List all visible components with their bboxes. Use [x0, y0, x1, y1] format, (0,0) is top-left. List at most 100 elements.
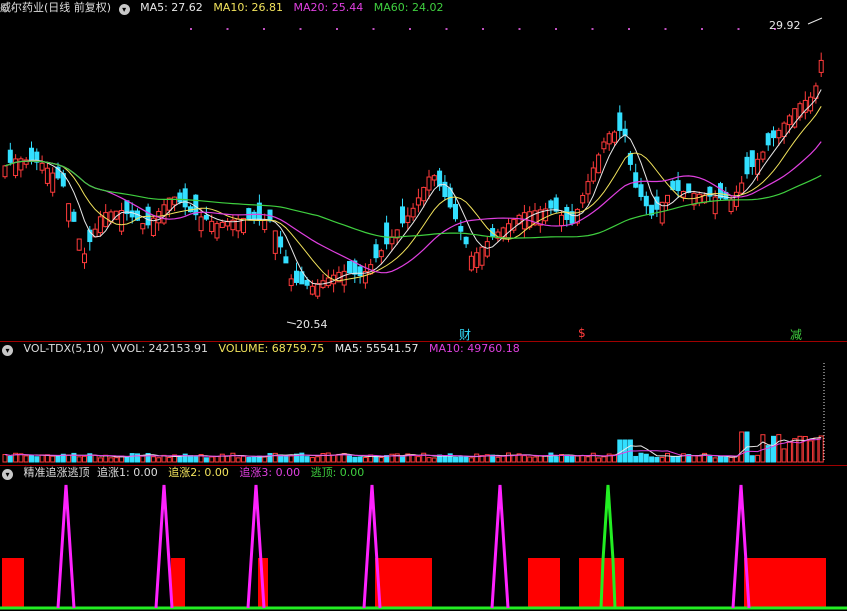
- volume-bar[interactable]: [495, 456, 501, 463]
- candle[interactable]: [760, 150, 766, 163]
- candle[interactable]: [13, 154, 19, 179]
- volume-bar[interactable]: [415, 456, 421, 463]
- signal-chart-panel[interactable]: ▾ 精准追涨逃顶 追涨1: 0.00 追涨2: 0.00 追涨3: 0.00 逃…: [0, 465, 847, 611]
- volume-bar[interactable]: [347, 455, 352, 463]
- candle[interactable]: [771, 126, 776, 147]
- volume-bar[interactable]: [362, 457, 368, 463]
- candle[interactable]: [596, 152, 602, 174]
- candle[interactable]: [665, 194, 670, 211]
- volume-chart-panel[interactable]: ▾ VOL-TDX(5,10) VVOL: 242153.91 VOLUME: …: [0, 341, 847, 465]
- candle[interactable]: [739, 176, 745, 195]
- chase-signal-spike[interactable]: [362, 484, 382, 609]
- volume-bar[interactable]: [808, 440, 814, 463]
- volume-bar[interactable]: [537, 455, 543, 463]
- candle[interactable]: [150, 215, 156, 238]
- volume-bar[interactable]: [506, 452, 511, 463]
- volume-bar[interactable]: [288, 455, 294, 463]
- candle[interactable]: [272, 230, 278, 261]
- candle[interactable]: [103, 204, 109, 228]
- candle[interactable]: [7, 142, 13, 166]
- candle[interactable]: [818, 52, 824, 77]
- volume-bar[interactable]: [251, 456, 257, 463]
- chase-signal-spike[interactable]: [154, 484, 174, 609]
- volume-bar[interactable]: [818, 435, 824, 463]
- volume-bar[interactable]: [241, 455, 246, 463]
- candle[interactable]: [543, 202, 549, 225]
- volume-bars[interactable]: [0, 341, 847, 465]
- volume-bar[interactable]: [649, 456, 655, 463]
- candle[interactable]: [474, 247, 480, 273]
- volume-bar[interactable]: [103, 454, 109, 463]
- volume-bar[interactable]: [675, 456, 681, 463]
- volume-bar[interactable]: [771, 435, 776, 463]
- volume-bar[interactable]: [150, 456, 156, 463]
- volume-bar[interactable]: [378, 457, 384, 463]
- candle[interactable]: [251, 209, 257, 224]
- volume-bar[interactable]: [156, 457, 162, 463]
- volume-bar[interactable]: [2, 454, 8, 463]
- volume-bar[interactable]: [553, 456, 559, 463]
- chevron-down-icon[interactable]: ▾: [118, 4, 130, 15]
- candle[interactable]: [161, 199, 167, 225]
- candle[interactable]: [278, 230, 284, 254]
- volume-bar[interactable]: [728, 456, 734, 463]
- candle[interactable]: [696, 191, 702, 207]
- volume-bar[interactable]: [670, 456, 676, 463]
- volume-bar[interactable]: [755, 454, 761, 463]
- volume-bar[interactable]: [474, 453, 480, 463]
- candle[interactable]: [357, 264, 363, 284]
- candle[interactable]: [548, 199, 554, 215]
- volume-bar[interactable]: [29, 454, 34, 463]
- candle[interactable]: [511, 217, 517, 234]
- volume-bar[interactable]: [166, 457, 172, 463]
- candle[interactable]: [437, 167, 443, 191]
- volume-bar[interactable]: [129, 453, 135, 463]
- volume-bar[interactable]: [246, 456, 252, 463]
- volume-bar[interactable]: [696, 455, 702, 463]
- escape-top-block[interactable]: [375, 558, 432, 608]
- volume-bar[interactable]: [193, 456, 199, 463]
- candle[interactable]: [50, 167, 56, 197]
- chase-signal-spike[interactable]: [56, 484, 76, 609]
- candle[interactable]: [431, 174, 437, 187]
- volume-bar[interactable]: [50, 455, 56, 463]
- volume-bar[interactable]: [749, 455, 755, 463]
- chevron-down-icon[interactable]: ▾: [2, 469, 13, 480]
- candle[interactable]: [649, 204, 655, 219]
- candle[interactable]: [341, 264, 347, 293]
- volume-bar[interactable]: [521, 455, 527, 463]
- candle[interactable]: [246, 207, 252, 220]
- volume-bar[interactable]: [723, 456, 729, 463]
- candle[interactable]: [214, 220, 220, 241]
- candle[interactable]: [325, 269, 331, 289]
- volume-bar[interactable]: [468, 457, 474, 463]
- volume-bar[interactable]: [569, 455, 575, 463]
- candle[interactable]: [172, 196, 178, 212]
- candle[interactable]: [463, 236, 469, 248]
- candle[interactable]: [802, 91, 808, 120]
- volume-bar[interactable]: [331, 454, 337, 463]
- candle[interactable]: [119, 202, 125, 236]
- volume-bar[interactable]: [590, 452, 596, 463]
- candle[interactable]: [622, 120, 628, 143]
- volume-bar[interactable]: [622, 439, 628, 463]
- volume-bar[interactable]: [786, 441, 792, 463]
- candle[interactable]: [39, 155, 45, 174]
- candlestick-chart[interactable]: [0, 0, 847, 341]
- candle[interactable]: [140, 222, 146, 235]
- candle[interactable]: [288, 274, 294, 292]
- volume-bar[interactable]: [219, 453, 225, 463]
- candle[interactable]: [124, 200, 130, 221]
- volume-bar[interactable]: [188, 455, 193, 463]
- escape-top-block[interactable]: [528, 558, 560, 608]
- candle[interactable]: [680, 190, 686, 202]
- volume-bar[interactable]: [527, 456, 533, 463]
- volume-bar[interactable]: [97, 457, 103, 463]
- candle[interactable]: [479, 246, 485, 270]
- volume-bar[interactable]: [739, 431, 745, 463]
- candle[interactable]: [765, 132, 771, 151]
- candle[interactable]: [66, 203, 72, 228]
- volume-bar[interactable]: [781, 448, 787, 463]
- volume-bar[interactable]: [458, 456, 464, 463]
- candle[interactable]: [749, 150, 755, 175]
